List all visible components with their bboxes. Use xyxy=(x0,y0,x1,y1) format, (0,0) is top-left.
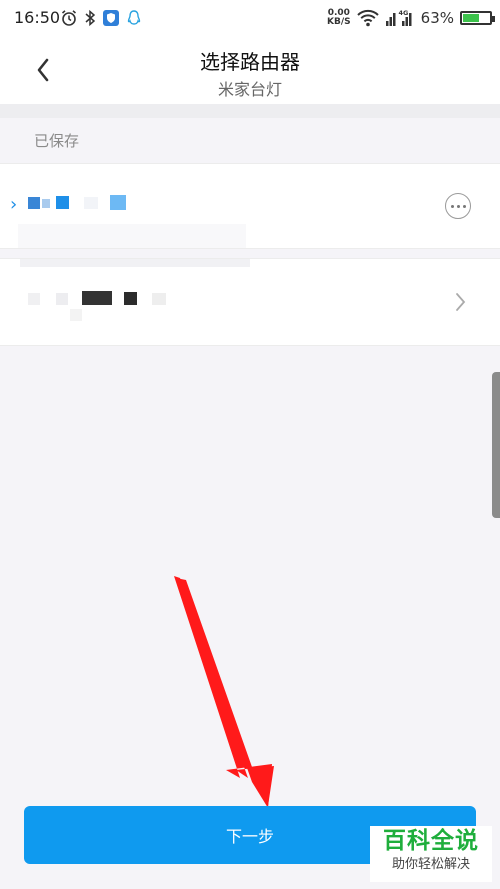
battery-fill xyxy=(463,14,480,22)
signal-icon: 4G xyxy=(385,9,412,26)
network-list-item[interactable]: › xyxy=(0,163,500,249)
status-icons-right: 0.00 KB/S 4G 63% xyxy=(327,7,495,29)
status-time: 16:50 xyxy=(14,8,61,27)
qq-penguin-icon xyxy=(127,10,141,25)
network-speed: 0.00 KB/S xyxy=(327,9,351,27)
network-list-item[interactable] xyxy=(0,258,500,346)
status-bar: 16:50 0.00 KB/S 4G 63% xyxy=(0,0,500,36)
alarm-icon xyxy=(61,10,77,26)
battery-percent: 63% xyxy=(420,9,454,27)
battery-icon xyxy=(460,11,495,25)
bluetooth-icon xyxy=(85,9,96,27)
page-subtitle: 米家台灯 xyxy=(217,80,282,99)
selected-caret-icon: › xyxy=(10,194,18,215)
chevron-right-icon[interactable] xyxy=(450,289,470,315)
network-speed-unit: KB/S xyxy=(327,17,351,27)
signal-4g-label: 4G xyxy=(398,9,408,17)
watermark-slogan: 助你轻松解决 xyxy=(391,857,470,872)
section-divider xyxy=(0,104,500,118)
saved-section-label: 已保存 xyxy=(34,132,80,150)
watermark-title: 百科全说 xyxy=(383,828,479,854)
watermark-logo: 百科全说 助你轻松解决 xyxy=(370,826,492,882)
status-icons-left xyxy=(60,8,142,28)
wifi-icon xyxy=(356,9,379,27)
app-header: 选择路由器 米家台灯 xyxy=(0,36,500,104)
shield-icon xyxy=(103,10,119,26)
page-title: 选择路由器 xyxy=(200,50,300,74)
more-options-icon[interactable] xyxy=(445,193,471,219)
scrollbar-handle[interactable] xyxy=(492,372,500,518)
